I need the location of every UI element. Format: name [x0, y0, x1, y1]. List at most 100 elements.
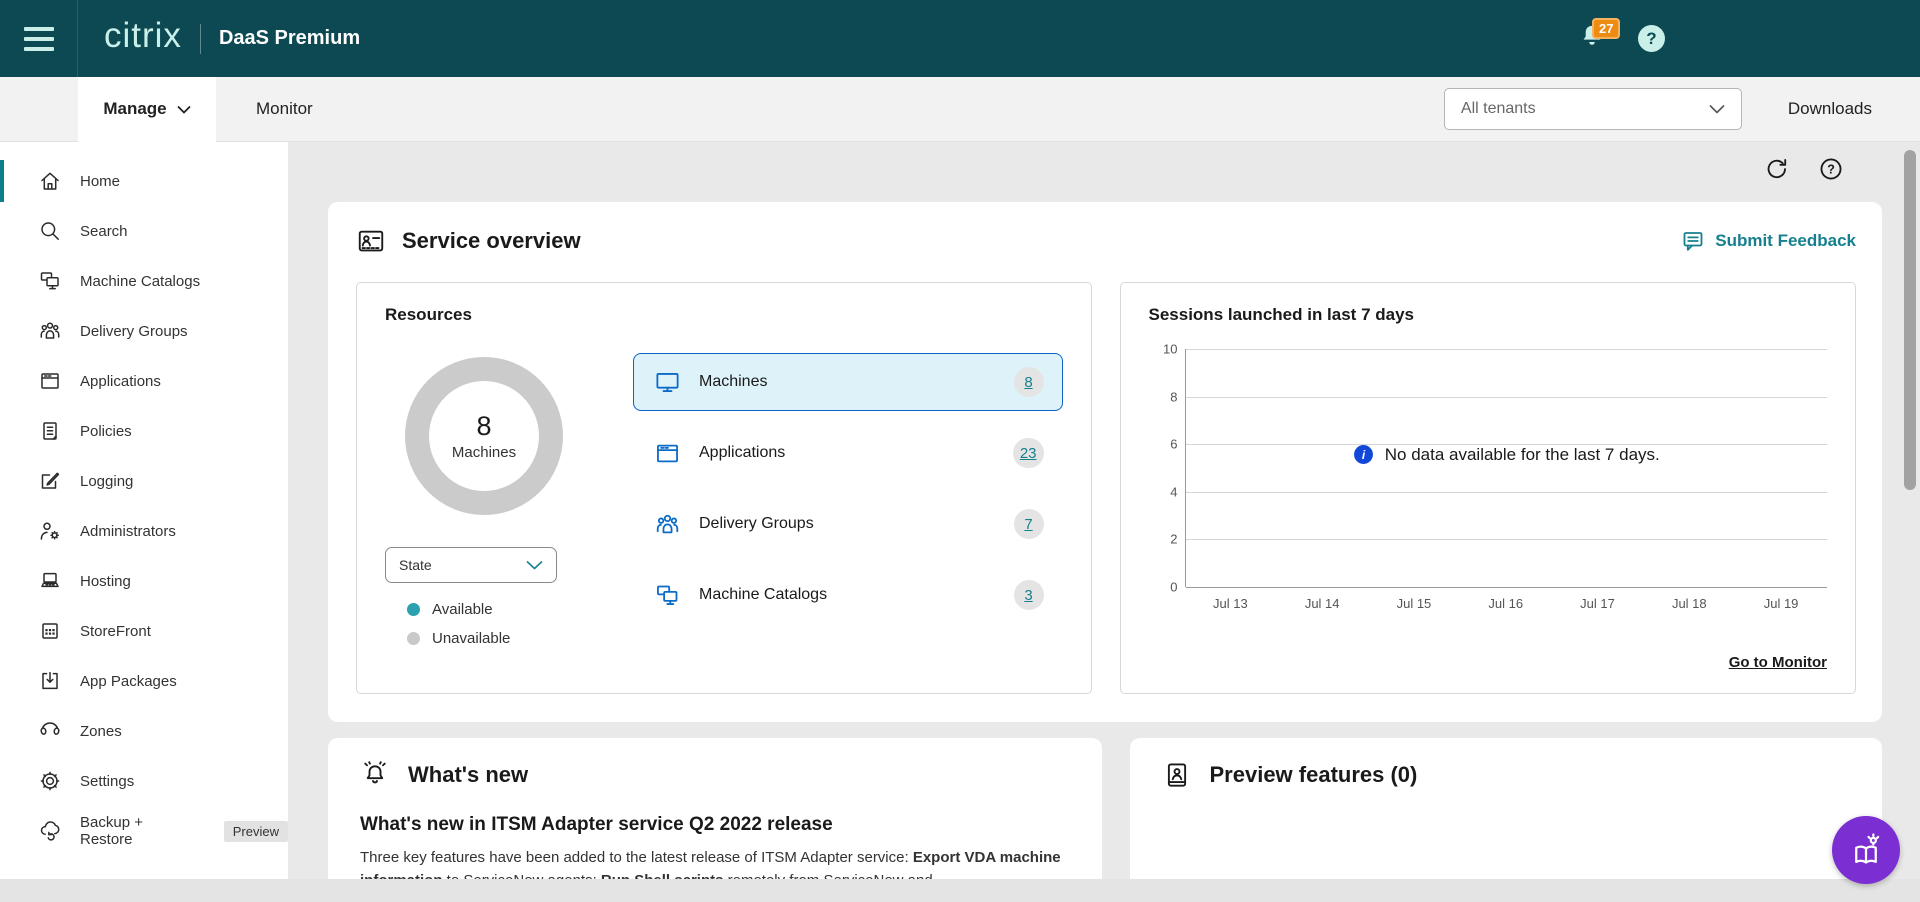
bottom-strip [0, 879, 1920, 902]
sidebar-item-applications[interactable]: Applications [0, 356, 288, 406]
y-tick: 4 [1148, 484, 1178, 499]
chevron-down-icon [526, 560, 543, 570]
search-icon [38, 219, 62, 243]
page-title: Service overview [402, 228, 581, 254]
preview-features-card: Preview features (0) [1130, 738, 1883, 879]
help-button[interactable]: ? [1638, 25, 1665, 52]
service-overview-card: Service overview Submit Feedback Resourc… [328, 202, 1882, 722]
delivery-groups-count-link[interactable]: 7 [1014, 509, 1044, 539]
y-tick: 0 [1148, 580, 1178, 595]
y-tick: 10 [1148, 342, 1178, 357]
chevron-down-icon [1709, 104, 1725, 114]
sidebar-item-delivery-groups[interactable]: Delivery Groups [0, 306, 288, 356]
resources-panel: Resources 8 Machines State [356, 282, 1092, 694]
sidebar-item-hosting[interactable]: Hosting [0, 556, 288, 606]
sidebar-item-home[interactable]: Home [0, 156, 288, 206]
machine-catalogs-icon [654, 582, 681, 609]
app-packages-icon [38, 669, 62, 693]
help-circle-button[interactable]: ? [1818, 156, 1844, 182]
feedback-comment-icon [1681, 229, 1705, 253]
submit-feedback-link[interactable]: Submit Feedback [1681, 229, 1856, 253]
chevron-down-icon [177, 105, 191, 114]
sidebar-item-settings[interactable]: Settings [0, 756, 288, 806]
whats-new-bell-icon [360, 760, 390, 790]
hamburger-menu-icon[interactable] [0, 0, 78, 77]
administrators-icon [38, 519, 62, 543]
available-dot [407, 603, 420, 616]
x-axis-labels: Jul 13 Jul 14 Jul 15 Jul 16 Jul 17 Jul 1… [1185, 596, 1828, 611]
sidebar-item-search[interactable]: Search [0, 206, 288, 256]
book-lightbulb-icon [1848, 832, 1884, 868]
settings-icon [38, 769, 62, 793]
unavailable-dot [407, 632, 420, 645]
refresh-button[interactable] [1764, 156, 1790, 182]
notifications-button[interactable]: 27 [1578, 22, 1608, 56]
info-icon: i [1353, 444, 1374, 465]
resource-row-delivery-groups[interactable]: Delivery Groups 7 [633, 495, 1063, 553]
sidebar-item-logging[interactable]: Logging [0, 456, 288, 506]
sidebar-item-policies[interactable]: Policies [0, 406, 288, 456]
whats-new-card: What's new What's new in ITSM Adapter se… [328, 738, 1102, 879]
guided-help-fab[interactable] [1832, 816, 1900, 884]
brand-divider [200, 24, 201, 54]
downloads-link[interactable]: Downloads [1788, 99, 1872, 119]
applications-count-link[interactable]: 23 [1013, 438, 1044, 468]
machines-icon [654, 369, 681, 396]
storefront-icon [38, 619, 62, 643]
home-icon [38, 169, 62, 193]
y-tick: 8 [1148, 389, 1178, 404]
sidebar-item-machine-catalogs[interactable]: Machine Catalogs [0, 256, 288, 306]
state-filter-select[interactable]: State [385, 547, 557, 583]
main-content: ? Service overview Submit Feedback [288, 142, 1920, 879]
sidebar: Home Search Machine Catalogs Delivery Gr… [0, 142, 288, 879]
sidebar-item-app-packages[interactable]: App Packages [0, 656, 288, 706]
y-tick: 2 [1148, 532, 1178, 547]
product-name: DaaS Premium [219, 27, 360, 50]
sidebar-item-backup-restore[interactable]: Backup + Restore Preview [0, 806, 288, 856]
whats-new-title: What's new [408, 762, 528, 788]
sessions-panel: Sessions launched in last 7 days 10 8 6 [1120, 282, 1857, 694]
hosting-icon [38, 569, 62, 593]
delivery-groups-icon [38, 319, 62, 343]
backup-restore-icon [38, 819, 62, 843]
notification-count-badge: 27 [1592, 18, 1620, 39]
machine-catalogs-count-link[interactable]: 3 [1014, 580, 1044, 610]
tenant-filter-select[interactable]: All tenants [1444, 88, 1742, 130]
preview-features-icon [1162, 760, 1192, 790]
applications-icon [38, 369, 62, 393]
resource-row-machines[interactable]: Machines 8 [633, 353, 1063, 411]
sessions-title: Sessions launched in last 7 days [1149, 305, 1828, 325]
logging-icon [38, 469, 62, 493]
go-to-monitor-link[interactable]: Go to Monitor [1729, 654, 1827, 671]
x-tick: Jul 13 [1185, 596, 1277, 611]
secondary-nav: Manage Monitor All tenants Downloads [0, 77, 1920, 142]
donut-label: Machines [452, 444, 516, 461]
machines-count-link[interactable]: 8 [1014, 367, 1044, 397]
x-tick: Jul 18 [1643, 596, 1735, 611]
citrix-logo: citrix [104, 18, 182, 59]
top-bar: citrix DaaS Premium 27 ? [0, 0, 1920, 77]
applications-icon [654, 440, 681, 467]
sidebar-item-administrators[interactable]: Administrators [0, 506, 288, 556]
legend-unavailable: Unavailable [407, 630, 597, 647]
x-tick: Jul 16 [1460, 596, 1552, 611]
legend-available: Available [407, 601, 597, 618]
resource-row-applications[interactable]: Applications 23 [633, 424, 1063, 482]
y-tick: 6 [1148, 437, 1178, 452]
delivery-groups-icon [654, 511, 681, 538]
preview-features-title: Preview features (0) [1210, 762, 1418, 788]
vertical-scrollbar[interactable] [1904, 150, 1916, 490]
no-data-message: i No data available for the last 7 days. [1186, 444, 1828, 465]
tab-monitor[interactable]: Monitor [256, 99, 313, 119]
preview-badge: Preview [224, 821, 288, 842]
tab-manage[interactable]: Manage [78, 77, 216, 142]
x-tick: Jul 19 [1735, 596, 1827, 611]
x-tick: Jul 15 [1368, 596, 1460, 611]
sidebar-item-storefront[interactable]: StoreFront [0, 606, 288, 656]
svg-text:?: ? [1827, 163, 1835, 177]
resource-row-machine-catalogs[interactable]: Machine Catalogs 3 [633, 566, 1063, 624]
x-tick: Jul 17 [1552, 596, 1644, 611]
sidebar-item-zones[interactable]: Zones [0, 706, 288, 756]
machines-donut-chart: 8 Machines [405, 357, 563, 515]
article-title: What's new in ITSM Adapter service Q2 20… [360, 814, 1070, 836]
